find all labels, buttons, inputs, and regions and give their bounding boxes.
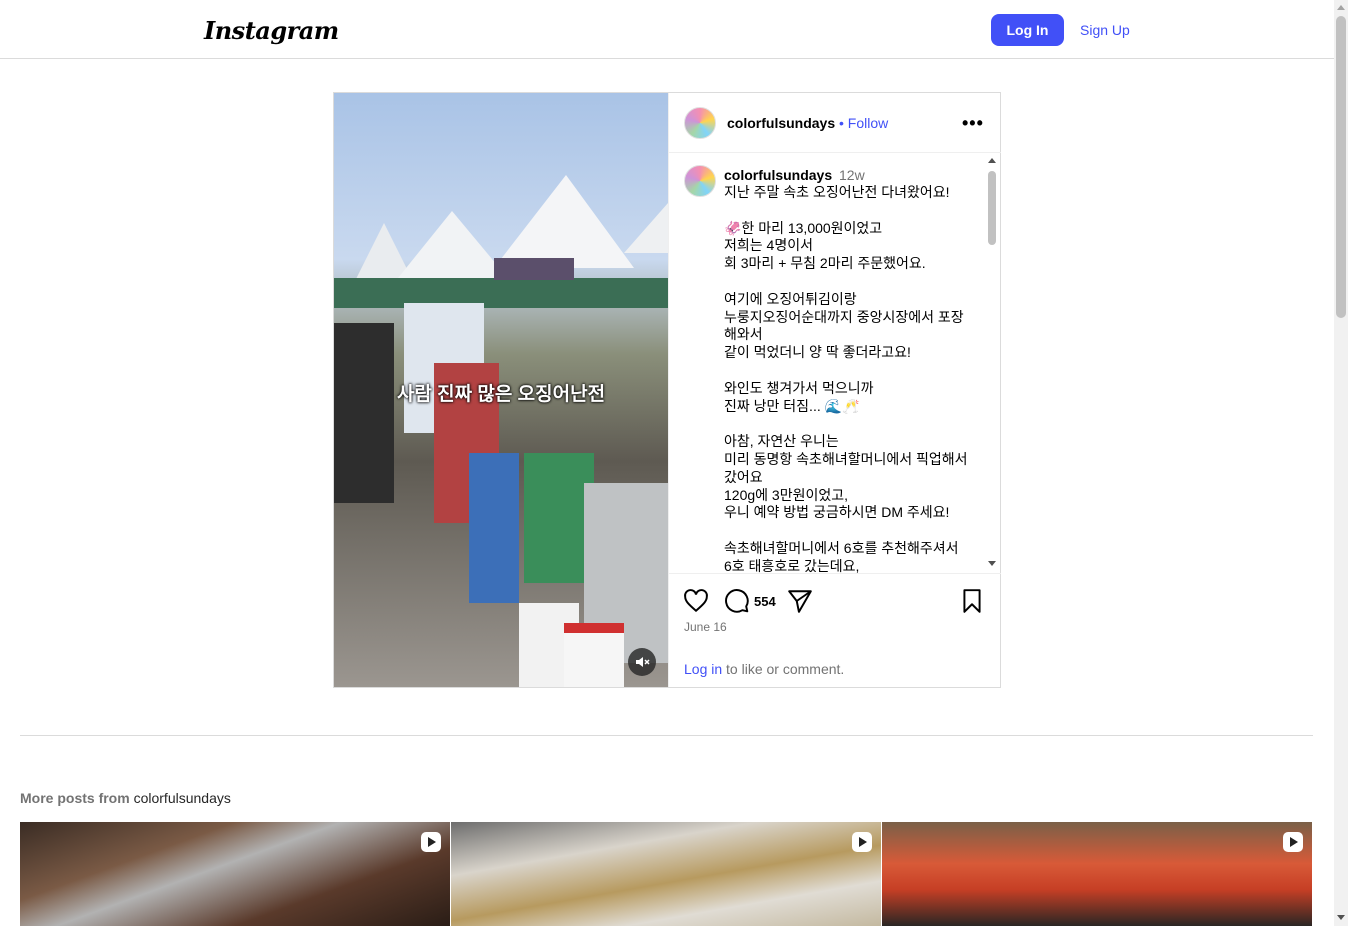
share-icon[interactable] xyxy=(787,588,813,614)
caption-area[interactable]: colorfulsundays 12w 지난 주말 속초 오징어난전 다녀왔어요… xyxy=(669,153,1001,573)
avatar[interactable] xyxy=(684,107,716,139)
reel-icon xyxy=(421,832,441,852)
post-thumbnail[interactable] xyxy=(20,822,450,926)
caption-timestamp[interactable]: 12w xyxy=(839,167,865,183)
reel-icon xyxy=(852,832,872,852)
video-overlay-caption: 사람 진짜 많은 오징어난전 xyxy=(396,384,606,405)
post-date[interactable]: June 16 xyxy=(684,620,727,634)
post-actions: 554 June 16 Log in to like or comment. xyxy=(669,573,1001,687)
post-author-username[interactable]: colorfulsundays xyxy=(727,115,835,131)
more-posts-prefix: More posts from xyxy=(20,790,134,806)
page-scrollbar[interactable] xyxy=(1334,0,1348,926)
more-posts-username[interactable]: colorfulsundays xyxy=(134,790,231,806)
caption-avatar[interactable] xyxy=(684,165,716,197)
caption-username[interactable]: colorfulsundays xyxy=(724,167,832,183)
section-divider xyxy=(20,735,1313,736)
sign-up-link[interactable]: Sign Up xyxy=(1080,22,1130,38)
top-nav: Instagram Log In Sign Up xyxy=(0,0,1334,59)
comment-icon[interactable] xyxy=(724,588,750,614)
post-header: colorfulsundays • Follow ••• xyxy=(669,93,1001,153)
post-sidebar: colorfulsundays • Follow ••• colorfulsun… xyxy=(668,93,1001,687)
post-thumbnail[interactable] xyxy=(451,822,881,926)
scroll-up-arrow-icon[interactable] xyxy=(1337,5,1345,10)
follow-link[interactable]: • Follow xyxy=(839,115,888,131)
caption-scrollbar[interactable] xyxy=(986,153,998,573)
log-in-button[interactable]: Log In xyxy=(991,14,1064,46)
more-posts-heading: More posts from colorfulsundays xyxy=(20,790,231,806)
caption-scroll-down-icon[interactable] xyxy=(988,561,996,566)
muted-speaker-icon[interactable] xyxy=(628,648,656,676)
scroll-down-arrow-icon[interactable] xyxy=(1337,915,1345,920)
caption-scroll-thumb[interactable] xyxy=(988,171,996,245)
caption-scroll-up-icon[interactable] xyxy=(988,158,996,163)
reel-icon xyxy=(1283,832,1303,852)
instagram-logo[interactable]: Instagram xyxy=(204,16,339,45)
post-card: 사람 진짜 많은 오징어난전 colorfulsundays • Follow … xyxy=(333,92,1001,688)
log-in-link[interactable]: Log in xyxy=(684,661,722,677)
save-icon[interactable] xyxy=(959,588,985,614)
more-posts-grid xyxy=(20,822,1313,926)
post-video[interactable]: 사람 진짜 많은 오징어난전 xyxy=(334,93,668,687)
login-prompt: Log in to like or comment. xyxy=(684,661,844,677)
login-prompt-text: to like or comment. xyxy=(722,661,845,677)
scroll-thumb[interactable] xyxy=(1336,16,1346,318)
comment-count[interactable]: 554 xyxy=(754,594,776,609)
page: Instagram Log In Sign Up 사람 진짜 많은 오징어난전 … xyxy=(0,0,1348,926)
heart-icon[interactable] xyxy=(683,588,709,614)
more-options-icon[interactable]: ••• xyxy=(962,113,984,134)
post-thumbnail[interactable] xyxy=(882,822,1312,926)
caption-text: 지난 주말 속초 오징어난전 다녀왔어요! 🦑한 마리 13,000원이었고 저… xyxy=(724,184,968,573)
